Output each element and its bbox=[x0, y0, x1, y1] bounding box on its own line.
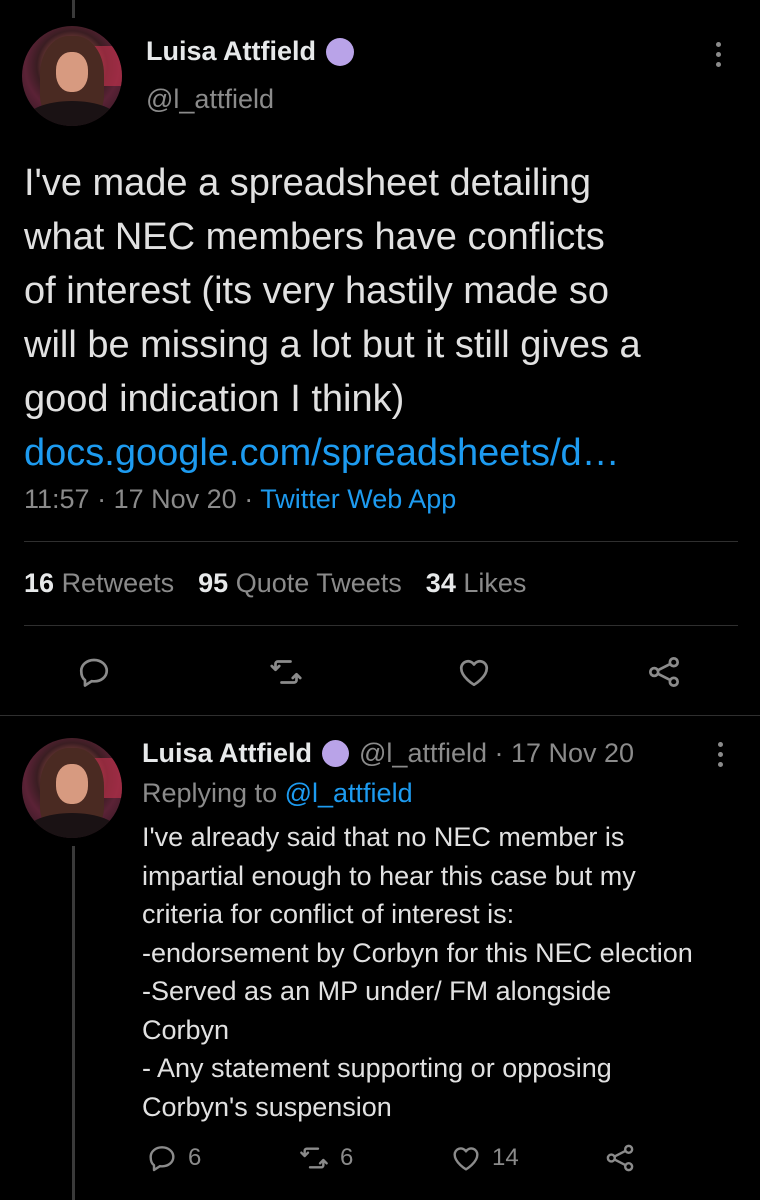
reply-text-line: -Served as an MP under/ FM alongside bbox=[142, 976, 612, 1006]
thread-line-top bbox=[72, 0, 75, 18]
reply-like-button[interactable]: 14 bbox=[450, 1142, 519, 1174]
reply-text-line: -endorsement by Corbyn for this NEC elec… bbox=[142, 937, 693, 968]
quotes-label: Quote Tweets bbox=[235, 568, 402, 598]
meta-separator: · bbox=[244, 484, 254, 514]
like-icon bbox=[453, 1147, 479, 1171]
tweet-text-line: will be missing a lot but it still gives… bbox=[24, 324, 641, 366]
tweet-source[interactable]: Twitter Web App bbox=[260, 484, 456, 514]
divider bbox=[24, 625, 738, 626]
spreadsheet-link[interactable]: docs.google.com/spreadsheets/d… bbox=[24, 426, 744, 480]
like-icon[interactable] bbox=[456, 654, 492, 690]
like-count: 14 bbox=[492, 1144, 519, 1171]
likes-label: Likes bbox=[463, 568, 527, 598]
tweet-text-line: I've made a spreadsheet detailing bbox=[24, 162, 592, 204]
tweet-date[interactable]: 17 Nov 20 bbox=[114, 484, 237, 514]
reply-icon bbox=[149, 1146, 175, 1172]
divider bbox=[24, 541, 738, 542]
reply-icon[interactable] bbox=[76, 654, 112, 690]
share-icon[interactable] bbox=[646, 654, 682, 690]
reply-reply-button[interactable]: 6 bbox=[146, 1142, 201, 1174]
reply-text-line: I've already said that no NEC member is bbox=[142, 822, 625, 852]
retweet-icon bbox=[300, 1147, 328, 1169]
share-icon bbox=[606, 1144, 634, 1172]
reply-text: I've already said that no NEC member is … bbox=[142, 818, 754, 1126]
replying-to-label: Replying to bbox=[142, 778, 278, 808]
display-name[interactable]: Luisa Attfield bbox=[146, 36, 316, 67]
tweet-text: I've made a spreadsheet detailing what N… bbox=[24, 156, 744, 480]
replying-to: Replying to @l_attfield bbox=[142, 778, 413, 809]
verified-icon bbox=[322, 740, 350, 767]
more-icon[interactable] bbox=[716, 42, 721, 67]
retweets-count: 16 bbox=[24, 568, 55, 598]
tweet-text-line: what NEC members have conflicts bbox=[24, 216, 605, 258]
retweets-stat[interactable]: 16 Retweets bbox=[24, 568, 174, 599]
likes-count: 34 bbox=[425, 568, 456, 598]
retweet-icon[interactable] bbox=[268, 654, 304, 690]
replying-to-handle[interactable]: @l_attfield bbox=[285, 778, 413, 808]
retweets-label: Retweets bbox=[61, 568, 175, 598]
avatar[interactable] bbox=[22, 26, 122, 126]
reply-display-name[interactable]: Luisa Attfield bbox=[142, 738, 312, 769]
verified-icon bbox=[326, 37, 355, 66]
retweet-count: 6 bbox=[340, 1144, 354, 1171]
handle[interactable]: @l_attfield bbox=[146, 84, 274, 115]
divider bbox=[0, 715, 760, 716]
thread-line bbox=[72, 846, 75, 1200]
reply-handle-date[interactable]: @l_attfield · 17 Nov 20 bbox=[359, 738, 634, 769]
reply-share-button[interactable] bbox=[604, 1142, 636, 1174]
quotes-stat[interactable]: 95 Quote Tweets bbox=[198, 568, 402, 599]
likes-stat[interactable]: 34 Likes bbox=[426, 568, 527, 599]
reply-text-line: Corbyn bbox=[142, 1014, 230, 1045]
reply-text-line: criteria for conflict of interest is: bbox=[142, 899, 515, 929]
meta-separator: · bbox=[97, 484, 107, 514]
author-name-row[interactable]: Luisa Attfield bbox=[146, 36, 355, 67]
reply-retweet-button[interactable]: 6 bbox=[298, 1142, 353, 1174]
tweet-stats: 16 Retweets 95 Quote Tweets 34 Likes bbox=[24, 568, 526, 599]
tweet-time[interactable]: 11:57 bbox=[24, 484, 90, 514]
reply-avatar[interactable] bbox=[22, 738, 122, 838]
reply-text-line: Corbyn's suspension bbox=[142, 1091, 392, 1122]
quotes-count: 95 bbox=[198, 568, 229, 598]
reply-text-line: impartial enough to hear this case but m… bbox=[142, 860, 636, 891]
tweet-text-line: good indication I think) bbox=[24, 378, 405, 420]
tweet-text-line: of interest (its very hastily made so bbox=[24, 270, 609, 312]
more-icon[interactable] bbox=[718, 742, 723, 767]
reply-author-row[interactable]: Luisa Attfield @l_attfield · 17 Nov 20 bbox=[142, 738, 634, 769]
reply-count: 6 bbox=[188, 1144, 202, 1171]
reply-text-line: - Any statement supporting or opposing bbox=[142, 1053, 612, 1083]
tweet-metadata: 11:57 · 17 Nov 20 · Twitter Web App bbox=[24, 484, 456, 515]
